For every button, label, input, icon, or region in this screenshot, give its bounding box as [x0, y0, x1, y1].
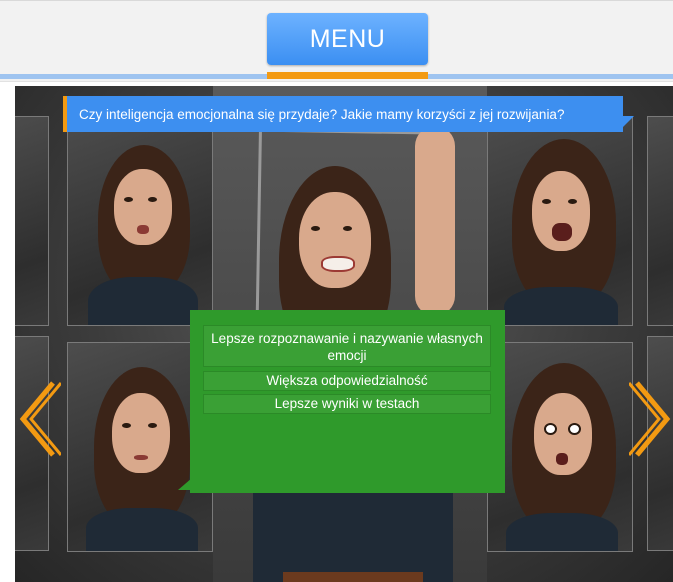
question-bubble: Czy inteligencja emocjonalna się przydaj…	[63, 96, 623, 132]
menu-button[interactable]: MENU	[267, 13, 428, 65]
chevron-right-icon[interactable]	[629, 379, 673, 459]
chevron-left-icon[interactable]	[15, 379, 61, 459]
photo-frame-screaming	[487, 116, 633, 326]
photo-frame-surprised	[67, 116, 213, 326]
question-text: Czy inteligencja emocjonalna się przydaj…	[79, 106, 565, 122]
photo-frame-shocked	[487, 342, 633, 552]
photo-frame-edge-right-top	[647, 116, 673, 326]
answer-option-3[interactable]: Lepsze wyniki w testach	[203, 394, 491, 414]
photo-frame-edge-left-top	[15, 116, 49, 326]
answer-option-1[interactable]: Lepsze rozpoznawanie i nazywanie własnyc…	[203, 325, 491, 367]
question-bubble-tail	[620, 116, 634, 130]
menu-underline	[267, 72, 428, 79]
answers-panel-tail	[178, 478, 192, 490]
answer-option-2[interactable]: Większa odpowiedzialność	[203, 371, 491, 391]
